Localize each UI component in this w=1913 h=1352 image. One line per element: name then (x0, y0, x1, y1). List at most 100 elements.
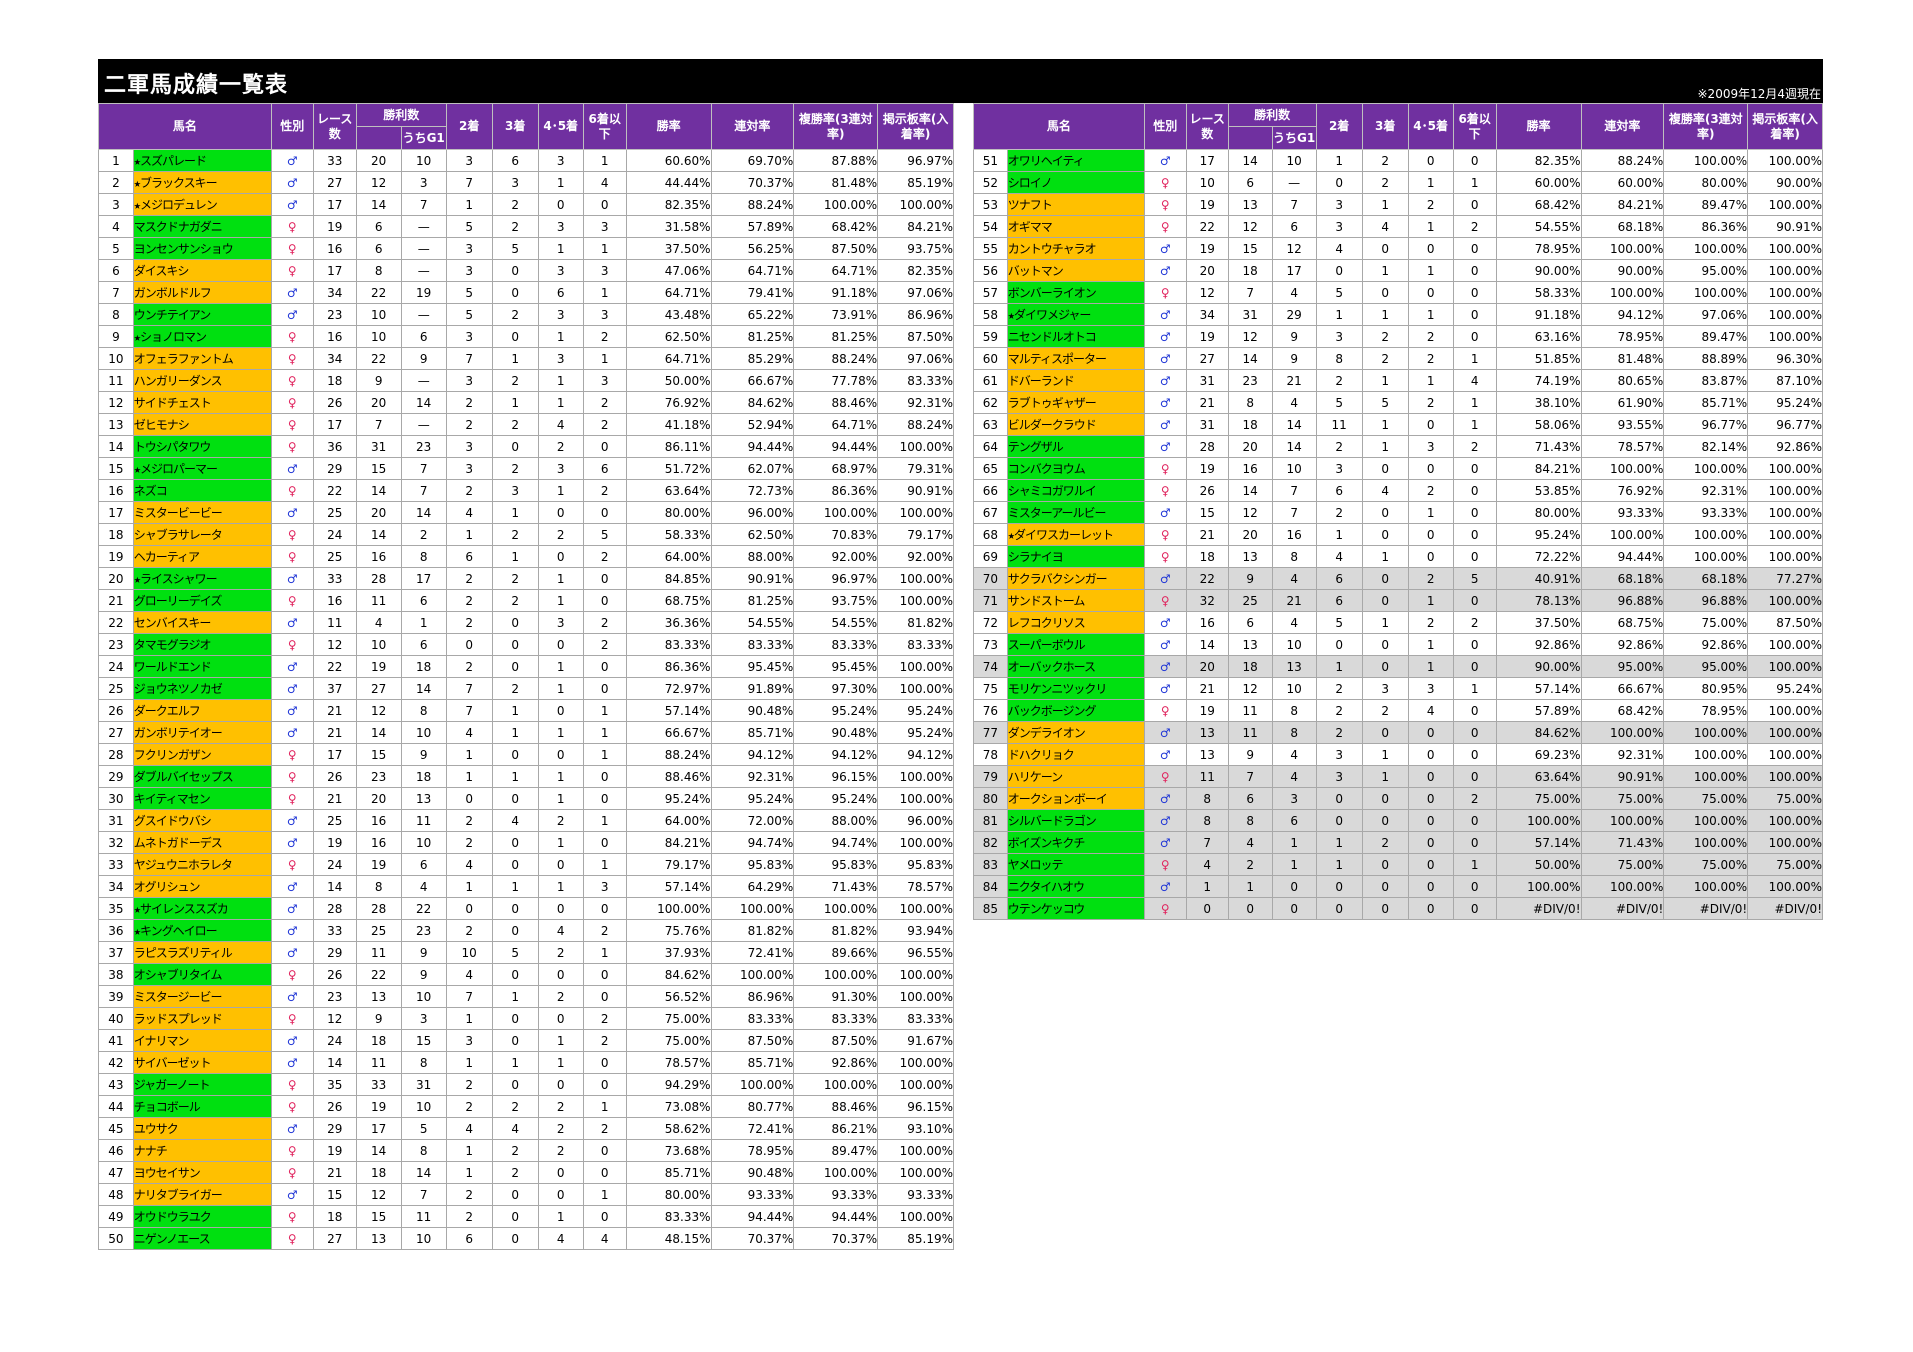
cell-wins: 8 (355, 875, 402, 898)
cell-sixth-below: 2 (1452, 787, 1497, 810)
cell-board-rate: 96.15% (877, 1095, 954, 1118)
header-name: 馬名 (98, 103, 272, 150)
cell-sixth-below: 0 (582, 655, 627, 678)
table-row: 27 ガンボリテイオー ♂ 21 14 10 4 1 1 1 66.67% 85.71% 90.48% 9… (98, 721, 954, 744)
cell-sex: ♀ (270, 545, 314, 568)
cell-board-rate: 93.75% (877, 237, 954, 260)
cell-third: 2 (1361, 699, 1409, 722)
cell-sex: ♀ (270, 413, 314, 436)
cell-wins: 12 (1227, 325, 1273, 348)
cell-show-rate: 88.89% (1663, 347, 1749, 370)
cell-second: 3 (1315, 743, 1363, 766)
cell-second: 1 (445, 1051, 493, 1074)
cell-second: 0 (1315, 171, 1363, 194)
cell-name: シラナイヨ (1006, 545, 1145, 568)
cell-third: 3 (491, 171, 539, 194)
cell-place-rate: 79.41% (710, 281, 795, 304)
cell-show-rate: 97.30% (793, 677, 879, 700)
cell-second: 6 (1315, 589, 1363, 612)
cell-name: レフコクリソス (1006, 611, 1145, 634)
cell-sex: ♂ (1143, 567, 1187, 590)
cell-name: ジャガーノート (132, 1073, 272, 1096)
cell-fourth-fifth: 2 (1407, 193, 1454, 216)
cell-board-rate: 96.55% (877, 941, 954, 964)
cell-sixth-below: 1 (1452, 347, 1497, 370)
cell-place-rate: 92.86% (1580, 633, 1665, 656)
cell-name: ミスタービービー (132, 501, 272, 524)
cell-win-rate: 80.00% (625, 1183, 712, 1206)
cell-sixth-below: 0 (1452, 875, 1497, 898)
cell-second: 1 (445, 1161, 493, 1184)
cell-num: 65 (973, 457, 1008, 480)
cell-races: 31 (1185, 413, 1229, 436)
cell-num: 61 (973, 369, 1008, 392)
cell-name: オギママ (1006, 215, 1145, 238)
cell-sixth-below: 1 (582, 699, 627, 722)
cell-sixth-below: 3 (582, 303, 627, 326)
cell-place-rate: 68.42% (1580, 699, 1665, 722)
cell-num: 75 (973, 677, 1008, 700)
table-row: 63 ビルダークラウド ♂ 31 18 14 11 1 0 1 58.06% 93.55% 96.77%… (973, 413, 1823, 436)
cell-g1: 29 (1271, 303, 1317, 326)
cell-num: 84 (973, 875, 1008, 898)
cell-second: 8 (1315, 347, 1363, 370)
cell-win-rate: 71.43% (1495, 435, 1582, 458)
cell-win-rate: 88.46% (625, 765, 712, 788)
cell-races: 11 (312, 611, 357, 634)
table-row: 55 カントウチャラオ ♂ 19 15 12 4 0 0 0 78.95% 100.00% 100.00… (973, 237, 1823, 260)
cell-sixth-below: 0 (1452, 545, 1497, 568)
cell-board-rate: 96.77% (1747, 413, 1823, 436)
cell-win-rate: 92.86% (1495, 633, 1582, 656)
cell-show-rate: 81.82% (793, 919, 879, 942)
table-row: 72 レフコクリソス ♂ 16 6 4 5 1 2 2 37.50% 68.75% 75.00% 87.5… (973, 611, 1823, 634)
cell-races: 21 (1185, 523, 1229, 546)
cell-second: 2 (445, 655, 493, 678)
cell-third: 1 (1361, 611, 1409, 634)
cell-board-rate: 100.00% (1747, 809, 1823, 832)
cell-board-rate: 100.00% (1747, 479, 1823, 502)
cell-second: 0 (1315, 259, 1363, 282)
cell-board-rate: 100.00% (1747, 325, 1823, 348)
cell-sex: ♀ (1143, 171, 1187, 194)
header-g1: うちG1 (400, 126, 447, 150)
table-row: 6 ダイスキシ ♀ 17 8—3 0 3 3 47.06% 64.71% 64.71% 82.35% (98, 259, 954, 282)
cell-g1: 9 (400, 941, 447, 964)
cell-name: ★ブラックスキー (132, 171, 272, 194)
table-row: 47 ヨウセイサン ♀ 21 18 14 1 2 0 0 85.71% 90.48% 100.00% 10… (98, 1161, 954, 1184)
cell-second: 6 (445, 1227, 493, 1250)
cell-third: 2 (1361, 149, 1409, 172)
cell-board-rate: 95.24% (1747, 677, 1823, 700)
cell-wins: 4 (1227, 831, 1273, 854)
cell-name: ヨンセンサンショウ (132, 237, 272, 260)
cell-sixth-below: 1 (582, 743, 627, 766)
cell-third: 4 (1361, 479, 1409, 502)
cell-place-rate: 64.71% (710, 259, 795, 282)
cell-races: 26 (1185, 479, 1229, 502)
cell-fourth-fifth: 1 (537, 1051, 584, 1074)
cell-win-rate: 90.00% (1495, 259, 1582, 282)
table-row: 78 ドハクリョク ♂ 13 9 4 3 1 0 0 69.23% 92.31% 100.00% 100.… (973, 743, 1823, 766)
cell-third: 0 (491, 325, 539, 348)
cell-place-rate: 100.00% (1580, 809, 1665, 832)
cell-name: ★ダイワメジャー (1006, 303, 1145, 326)
table-row: 7 ガンボルドルフ ♂ 34 22 19 5 0 6 1 64.71% 79.41% 91.18% 97.… (98, 281, 954, 304)
cell-show-rate: 100.00% (1663, 765, 1749, 788)
cell-num: 17 (98, 501, 134, 524)
cell-races: 19 (1185, 457, 1229, 480)
cell-win-rate: 57.14% (625, 699, 712, 722)
cell-win-rate: 56.52% (625, 985, 712, 1008)
cell-sixth-below: 4 (582, 171, 627, 194)
cell-races: 19 (1185, 237, 1229, 260)
cell-show-rate: #DIV/0! (1663, 897, 1749, 920)
cell-third: 0 (491, 633, 539, 656)
cell-win-rate: 63.64% (1495, 765, 1582, 788)
table-row: 37 ラピスラズリティル ♂ 29 11 9 10 5 2 1 37.93% 72.41% 89.66%… (98, 941, 954, 964)
cell-show-rate: 88.00% (793, 809, 879, 832)
cell-third: 2 (1361, 171, 1409, 194)
cell-sex: ♂ (1143, 413, 1187, 436)
table-row: 9 ★ショノロマン ♀ 16 10 6 3 0 1 2 62.50% 81.25% 81.25% 87.5… (98, 325, 954, 348)
cell-g1: 6 (1271, 215, 1317, 238)
cell-fourth-fifth: 0 (1407, 237, 1454, 260)
cell-races: 25 (312, 545, 357, 568)
cell-num: 50 (98, 1227, 134, 1250)
